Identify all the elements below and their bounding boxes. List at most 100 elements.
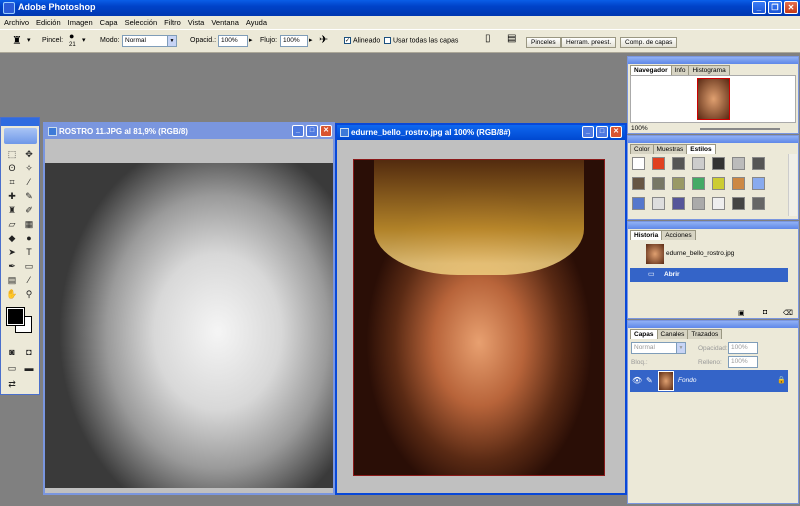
feather-logo-icon[interactable] (4, 128, 37, 144)
style-swatch[interactable] (752, 157, 765, 170)
brush-link-icon[interactable]: ✎ (646, 376, 653, 385)
style-swatch[interactable] (672, 157, 685, 170)
airbrush-icon[interactable]: ✈ (319, 33, 328, 46)
menu-filtro[interactable]: Filtro (160, 16, 184, 28)
well-tab-pinceles[interactable]: Pinceles (526, 37, 561, 48)
mode-select[interactable]: Normal ▼ (122, 35, 177, 47)
eyedropper-tool-icon[interactable]: ⁄ (22, 274, 36, 286)
grayscale-portrait-image[interactable] (45, 163, 333, 488)
style-swatch[interactable] (632, 197, 645, 210)
all-layers-checkbox[interactable]: Usar todas las capas (384, 37, 458, 44)
gradient-tool-icon[interactable]: ▦ (22, 218, 36, 230)
panel-grip[interactable] (628, 222, 798, 229)
history-step-row[interactable]: ▭ Abrir (630, 268, 788, 282)
notes-tool-icon[interactable]: ▤ (5, 274, 19, 286)
tab-estilos[interactable]: Estilos (686, 144, 716, 154)
screen-mode-standard-icon[interactable]: ▭ (5, 362, 19, 374)
new-document-icon[interactable]: ▣ (738, 309, 745, 317)
eye-visibility-icon[interactable]: 👁 (632, 376, 642, 385)
style-swatch[interactable] (672, 197, 685, 210)
type-tool-icon[interactable]: T (22, 246, 36, 258)
jump-to-imageready-icon[interactable]: ⇄ (5, 378, 19, 390)
style-swatch[interactable] (752, 177, 765, 190)
standard-mode-icon[interactable]: ◙ (5, 346, 19, 358)
style-swatch[interactable] (732, 157, 745, 170)
history-snapshot-row[interactable]: edurne_bello_rostro.jpg (630, 243, 788, 265)
path-selection-tool-icon[interactable]: ➤ (5, 246, 19, 258)
menu-archivo[interactable]: Archivo (0, 16, 32, 28)
document-title-bar[interactable]: edurne_bello_rostro.jpg al 100% (RGB/8#)… (337, 125, 625, 140)
tab-acciones[interactable]: Acciones (661, 230, 696, 240)
marquee-tool-icon[interactable]: ⬚ (5, 148, 19, 160)
blend-mode-select[interactable]: Normal ▼ (631, 342, 686, 354)
tab-color[interactable]: Color (630, 144, 654, 154)
layer-opacity-input[interactable]: 100% (728, 342, 758, 354)
close-button[interactable]: ✕ (610, 126, 622, 138)
zoom-slider[interactable] (700, 128, 780, 130)
opacity-slider-chevron-icon[interactable]: ▸ (249, 36, 253, 44)
maximize-button[interactable]: □ (596, 126, 608, 138)
pen-tool-icon[interactable]: ✒ (5, 260, 19, 272)
style-swatch[interactable] (712, 157, 725, 170)
style-swatch[interactable] (692, 157, 705, 170)
style-swatch[interactable] (752, 197, 765, 210)
menu-seleccion[interactable]: Selección (121, 16, 161, 28)
tab-historia[interactable]: Historia (630, 230, 663, 240)
healing-brush-tool-icon[interactable]: ✚ (5, 190, 19, 202)
palette-well-icon[interactable]: ▤ (507, 33, 516, 44)
maximize-button[interactable]: □ (306, 125, 318, 137)
minimize-button[interactable]: _ (292, 125, 304, 137)
style-swatch[interactable] (652, 177, 665, 190)
panel-grip[interactable] (628, 136, 798, 143)
navigator-thumbnail[interactable] (697, 78, 730, 120)
tool-preset-chevron-icon[interactable]: ▾ (27, 36, 31, 44)
flow-input[interactable]: 100% (280, 35, 308, 47)
document-icon[interactable]: ▯ (485, 33, 491, 44)
well-tab-comp-de-capas[interactable]: Comp. de capas (620, 37, 678, 48)
brush-picker-chevron-icon[interactable]: ▾ (82, 36, 86, 44)
minimize-button[interactable]: _ (582, 126, 594, 138)
menu-edicion[interactable]: Edición (32, 16, 64, 28)
style-swatch[interactable] (652, 197, 665, 210)
flow-slider-chevron-icon[interactable]: ▸ (309, 36, 313, 44)
menu-imagen[interactable]: Imagen (64, 16, 96, 28)
menu-capa[interactable]: Capa (96, 16, 121, 28)
foreground-color-swatch[interactable] (6, 307, 25, 326)
tab-trazados[interactable]: Trazados (687, 329, 723, 339)
document-window-edurne[interactable]: edurne_bello_rostro.jpg al 100% (RGB/8#)… (335, 123, 627, 495)
styles-scrollbar[interactable] (788, 154, 797, 216)
shape-tool-icon[interactable]: ▭ (22, 260, 36, 272)
style-swatch[interactable] (712, 177, 725, 190)
style-swatch[interactable] (732, 197, 745, 210)
tab-navegador[interactable]: Navegador (630, 65, 672, 75)
move-tool-icon[interactable]: ✥ (22, 148, 36, 160)
document-title-bar[interactable]: ROSTRO 11.JPG al 81,9% (RGB/8) _ □ ✕ (45, 124, 333, 139)
document-canvas[interactable] (45, 139, 333, 493)
style-swatch[interactable] (732, 177, 745, 190)
style-swatch[interactable] (672, 177, 685, 190)
tab-muestras[interactable]: Muestras (652, 144, 688, 154)
tab-histograma[interactable]: Histograma (688, 65, 730, 75)
style-swatch[interactable] (652, 157, 665, 170)
panel-grip[interactable] (628, 57, 798, 64)
menu-ayuda[interactable]: Ayuda (242, 16, 270, 28)
fill-input[interactable]: 100% (728, 356, 758, 368)
navigator-preview[interactable] (630, 75, 796, 123)
opacity-input[interactable]: 100% (218, 35, 248, 47)
dodge-tool-icon[interactable]: ● (22, 232, 36, 244)
slice-tool-icon[interactable]: ⁄ (22, 176, 36, 188)
document-window-rostro[interactable]: ROSTRO 11.JPG al 81,9% (RGB/8) _ □ ✕ (43, 122, 335, 495)
history-brush-tool-icon[interactable]: ✐ (22, 204, 36, 216)
brush-preview-icon[interactable]: ● (69, 31, 74, 41)
clone-stamp-icon[interactable]: ♜ (12, 34, 22, 47)
color-portrait-image[interactable] (353, 159, 605, 476)
well-tab-herram-preest[interactable]: Herram. preest. (561, 37, 617, 48)
tab-canales[interactable]: Canales (656, 329, 689, 339)
style-swatch-none[interactable] (632, 157, 645, 170)
style-swatch[interactable] (712, 197, 725, 210)
menu-ventana[interactable]: Ventana (207, 16, 242, 28)
tab-info[interactable]: Info (670, 65, 690, 75)
style-swatch[interactable] (692, 177, 705, 190)
menu-vista[interactable]: Vista (184, 16, 208, 28)
close-button[interactable]: ✕ (784, 1, 798, 14)
